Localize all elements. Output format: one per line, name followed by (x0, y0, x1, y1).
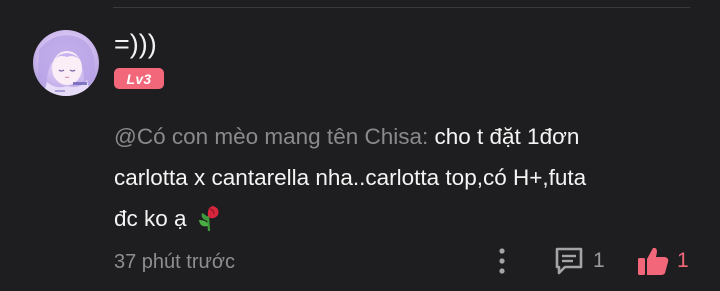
mention-link[interactable]: @Có con mèo mang tên Chisa: (114, 124, 428, 149)
comment-bubble-icon (555, 247, 583, 275)
comment-line-3: đc ko ạ (114, 206, 187, 231)
wilted-rose-icon (196, 204, 222, 245)
comment-line-2: carlotta x cantarella nha..carlotta top,… (114, 165, 587, 190)
like-count: 1 (677, 249, 689, 272)
more-vertical-icon (499, 248, 505, 274)
avatar-image (33, 30, 99, 96)
thumbs-up-icon (638, 247, 669, 275)
more-options-button[interactable] (491, 244, 513, 278)
reply-button[interactable]: 1 (553, 244, 615, 278)
level-badge: Lv3 (114, 68, 164, 89)
reply-count: 1 (593, 249, 605, 272)
comment-text: @Có con mèo mang tên Chisa: cho t đặt 1đ… (114, 116, 694, 245)
like-button[interactable]: 1 (636, 244, 696, 278)
username[interactable]: =))) (114, 27, 157, 61)
avatar[interactable] (33, 30, 99, 96)
comment-line-1: cho t đặt 1đơn (428, 124, 580, 149)
timestamp: 37 phút trước (114, 251, 236, 273)
top-divider (113, 7, 690, 8)
level-badge-label: Lv3 (126, 70, 152, 87)
